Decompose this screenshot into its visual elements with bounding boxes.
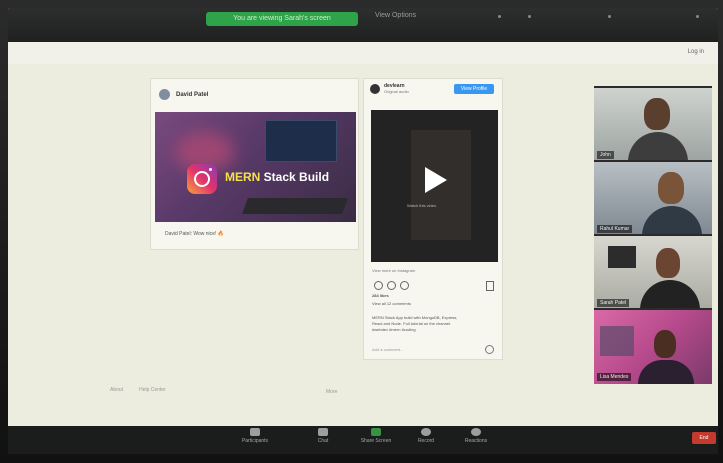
heart-icon[interactable]: [374, 281, 383, 290]
record-label: Record: [417, 438, 435, 444]
participant-tile[interactable]: Rahul Kumar: [594, 160, 712, 236]
ig-header: devlearn Original audio: [370, 83, 409, 94]
post-caption: David Patel: Wow nice! 🔥: [165, 231, 224, 237]
participant-video: [654, 330, 676, 358]
participant-video: [658, 172, 684, 204]
participant-video: [644, 98, 670, 130]
participants-label: Participants: [241, 438, 269, 444]
thumbnail-monitor: [265, 120, 337, 162]
participant-name: Sarah Patel: [597, 299, 630, 307]
instagram-embed: devlearn Original audio View Profile Wat…: [363, 78, 503, 360]
participants-button[interactable]: Participants: [230, 428, 280, 444]
participant-video: [628, 132, 688, 162]
post-card: David Patel MERN Stack Build David Patel…: [150, 78, 359, 250]
ig-actions: [374, 281, 409, 290]
participant-video: [638, 360, 694, 384]
comment-icon[interactable]: [387, 281, 396, 290]
share-screen-label: Share Screen: [360, 438, 392, 444]
ig-identity: devlearn Original audio: [384, 83, 409, 94]
thumbnail-title-rest: Stack Build: [260, 170, 330, 184]
ig-avatar[interactable]: [370, 83, 380, 94]
participant-video: [640, 280, 700, 310]
monitor-frame: You are viewing Sarah's screen View Opti…: [0, 0, 723, 463]
participant-name: Rahul Kumar: [597, 225, 633, 233]
participant-name: Lisa Mendes: [597, 373, 632, 381]
emoji-icon[interactable]: [485, 345, 494, 354]
footer-link[interactable]: Help Center: [139, 387, 166, 393]
ig-video[interactable]: Watch this video: [371, 110, 498, 262]
share-screen-button[interactable]: Share Screen: [348, 428, 404, 444]
view-profile-button[interactable]: View Profile: [454, 84, 494, 94]
end-meeting-button[interactable]: End: [692, 432, 716, 444]
top-dot-icon: [696, 15, 699, 18]
top-dot-icon: [608, 15, 611, 18]
reactions-button[interactable]: Reactions: [451, 428, 501, 444]
top-dot-icon: [528, 15, 531, 18]
share-icon[interactable]: [400, 281, 409, 290]
view-on-instagram-link[interactable]: View more on Instagram: [372, 268, 415, 273]
participant-video: [600, 326, 634, 356]
view-options-menu[interactable]: View Options: [375, 12, 416, 19]
participant-tile[interactable]: John: [594, 86, 712, 162]
thumbnail-keyboard: [242, 198, 348, 214]
instagram-dot: [209, 168, 212, 171]
avatar[interactable]: [159, 89, 170, 100]
add-comment-input[interactable]: Add a comment...: [372, 347, 403, 352]
screen-share-banner[interactable]: You are viewing Sarah's screen: [206, 12, 358, 26]
ig-subtitle: Original audio: [384, 89, 409, 94]
ig-description: React and Node. Full tutorial on the cha…: [372, 321, 452, 326]
post-thumbnail[interactable]: MERN Stack Build: [155, 112, 356, 222]
post-author[interactable]: David Patel: [176, 92, 208, 98]
video-caption: Watch this video: [407, 203, 437, 208]
participant-tile[interactable]: Lisa Mendes: [594, 308, 712, 384]
thumbnail-title-highlight: MERN: [225, 170, 261, 184]
share-screen-icon: [371, 428, 381, 436]
browser-bar: Log in: [8, 42, 718, 65]
participant-tile[interactable]: Sarah Patel: [594, 234, 712, 310]
play-icon[interactable]: [425, 167, 447, 193]
footer-link[interactable]: About: [110, 387, 123, 393]
participant-video: [642, 206, 702, 236]
reactions-label: Reactions: [464, 438, 488, 444]
ig-description: MERN Stack App build with MongoDB, Expre…: [372, 315, 458, 320]
screen: You are viewing Sarah's screen View Opti…: [8, 8, 718, 434]
chat-label: Chat: [317, 438, 329, 444]
chat-button[interactable]: Chat: [298, 428, 348, 444]
chat-icon: [318, 428, 328, 436]
participant-video: [608, 246, 636, 268]
participant-video: [656, 248, 680, 278]
bookmark-icon[interactable]: [486, 281, 494, 291]
ig-description: #webdev #mern #coding: [372, 327, 416, 332]
thumbnail-title: MERN Stack Build: [225, 170, 329, 184]
record-icon: [421, 428, 431, 436]
instagram-icon: [187, 164, 217, 194]
record-button[interactable]: Record: [401, 428, 451, 444]
reactions-icon: [471, 428, 481, 436]
top-dot-icon: [498, 15, 501, 18]
participants-icon: [250, 428, 260, 436]
footer-links: About Help Center: [110, 387, 166, 393]
login-link[interactable]: Log in: [688, 49, 704, 55]
footer-more-link[interactable]: More: [326, 389, 337, 395]
zoom-bottom-toolbar: Participants Chat Share Screen Record Re…: [8, 426, 718, 454]
ig-likes: 284 likes: [372, 293, 389, 298]
participant-name: John: [597, 151, 614, 159]
post-header: David Patel: [159, 89, 208, 100]
zoom-top-bar: You are viewing Sarah's screen View Opti…: [8, 8, 718, 42]
ig-view-comments[interactable]: View all 12 comments: [372, 301, 411, 306]
instagram-lens: [194, 171, 210, 187]
